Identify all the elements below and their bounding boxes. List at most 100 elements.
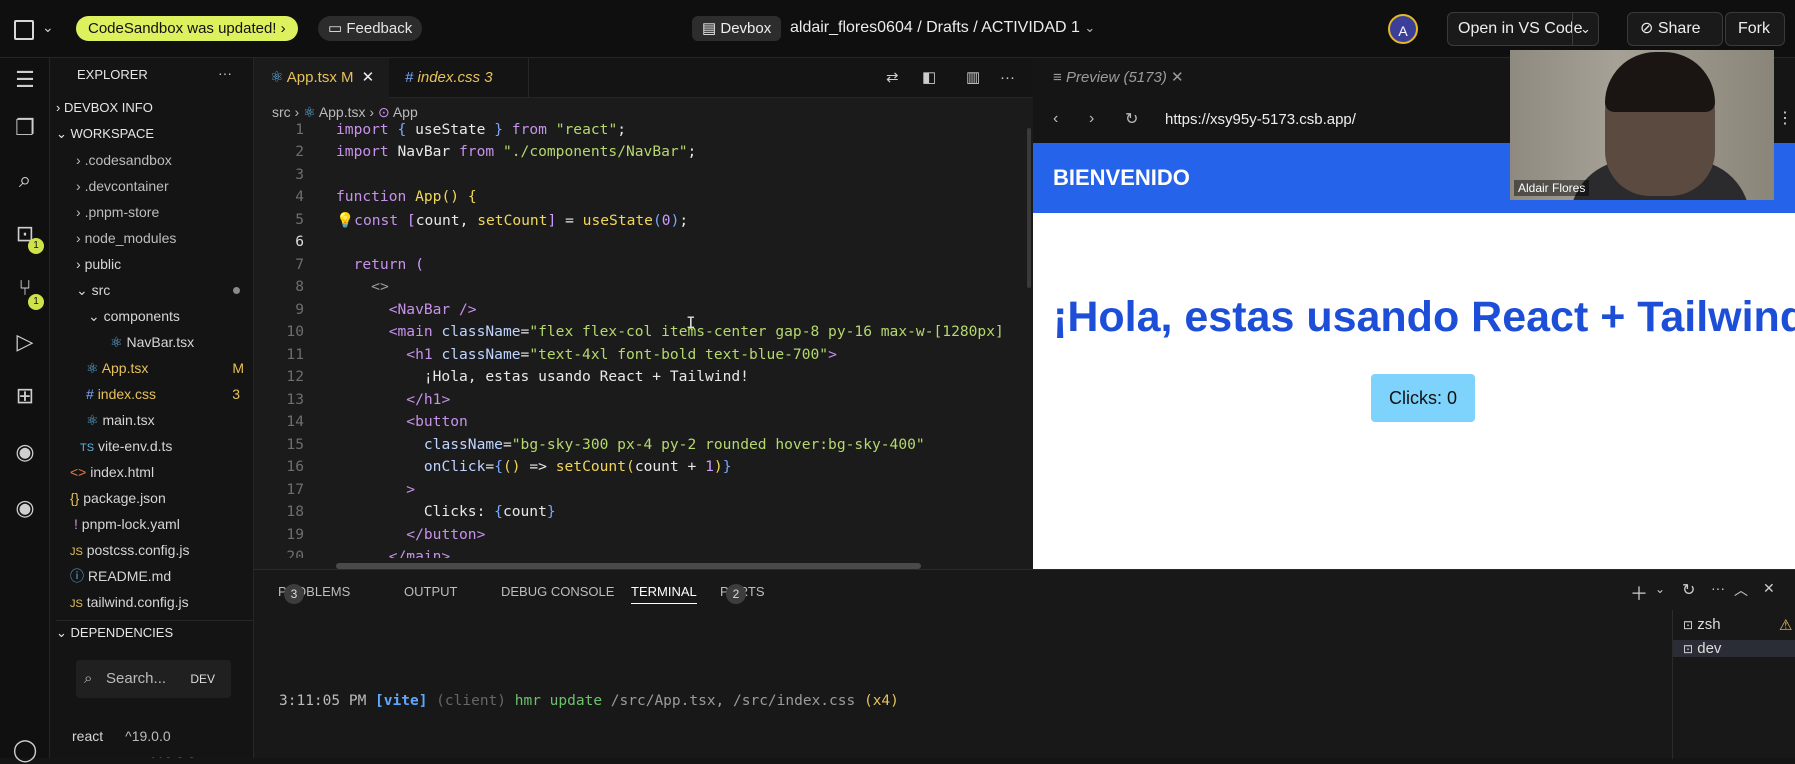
dependency-row-partial: ^19.0.0 bbox=[150, 750, 196, 758]
chevron-right-icon: › bbox=[280, 20, 286, 37]
tab-debug-console[interactable]: DEBUG CONSOLE bbox=[501, 584, 614, 599]
line-number: 18 bbox=[286, 503, 304, 520]
new-terminal-icon[interactable]: ＋ bbox=[1630, 580, 1648, 606]
tree-item-label: .codesandbox bbox=[84, 152, 172, 168]
menu-square-icon[interactable] bbox=[14, 20, 34, 40]
tree-item[interactable]: ⚛ main.tsx bbox=[86, 408, 155, 432]
section-dependencies[interactable]: ⌄ DEPENDENCIES bbox=[56, 620, 254, 644]
camera-overlay: Aldair Flores bbox=[1510, 50, 1774, 200]
open-in-vscode-button[interactable]: Open in VS Code ⌄ bbox=[1447, 12, 1599, 46]
section-workspace[interactable]: ⌄ WORKSPACE bbox=[56, 122, 154, 146]
line-number: 8 bbox=[295, 278, 304, 295]
tree-item[interactable]: ⓘ README.md bbox=[70, 564, 171, 588]
run-debug-icon[interactable]: ▷ bbox=[11, 328, 39, 356]
fork-button[interactable]: Fork bbox=[1725, 12, 1785, 46]
tree-item[interactable]: JS tailwind.config.js bbox=[70, 590, 189, 614]
tree-item[interactable]: # index.css 3 bbox=[86, 382, 254, 406]
more-actions-icon[interactable]: ⋮ bbox=[1777, 108, 1793, 128]
terminal-output[interactable]: 3:11:05 PM [vite] (client) hmr update /s… bbox=[279, 693, 899, 709]
terminal-item-dev[interactable]: ⊡ dev bbox=[1673, 640, 1795, 657]
terminal-time: 3:11:05 PM bbox=[279, 693, 367, 709]
tree-item[interactable]: <> index.html bbox=[70, 460, 154, 484]
react-icon: ⚛ bbox=[86, 360, 99, 376]
tree-item[interactable]: TS vite-env.d.ts bbox=[80, 434, 172, 458]
clicks-button[interactable]: Clicks: 0 bbox=[1371, 374, 1475, 422]
dependency-row[interactable]: react ^19.0.0 bbox=[72, 724, 171, 748]
close-icon[interactable]: ✕ bbox=[1171, 69, 1184, 86]
close-icon[interactable]: ✕ bbox=[1763, 580, 1775, 597]
breadcrumb-item[interactable]: App bbox=[393, 104, 418, 120]
breadcrumb-item[interactable]: src bbox=[272, 104, 291, 120]
chevron-down-icon[interactable]: ⌄ bbox=[42, 19, 54, 36]
open-changes-icon[interactable]: ⇄ bbox=[886, 58, 899, 98]
update-notice-pill[interactable]: CodeSandbox was updated! › bbox=[76, 16, 298, 41]
tree-item[interactable]: ⚛ NavBar.tsx bbox=[110, 330, 194, 354]
avatar[interactable]: A bbox=[1388, 14, 1418, 44]
symbol-icon: ⊙ bbox=[377, 104, 390, 120]
terminal-item-label: zsh bbox=[1697, 616, 1721, 633]
tree-item[interactable]: ⌄ components bbox=[88, 304, 180, 328]
dev-tag[interactable]: DEV bbox=[190, 660, 215, 698]
more-actions-icon[interactable]: ··· bbox=[1000, 58, 1015, 98]
github-icon[interactable]: ◉ bbox=[11, 438, 39, 466]
github-alt-icon[interactable]: ◉ bbox=[11, 494, 39, 522]
tree-item[interactable]: › .devcontainer bbox=[76, 174, 169, 198]
vertical-scrollbar[interactable] bbox=[1027, 128, 1031, 288]
code-line: import NavBar from "./components/NavBar"… bbox=[336, 143, 697, 160]
line-number: 16 bbox=[286, 458, 304, 475]
tab-app-tsx[interactable]: ⚛ App.tsx M ✕ bbox=[254, 58, 389, 98]
code-line: import { useState } from "react"; bbox=[336, 121, 627, 138]
ports-count: 2 bbox=[726, 584, 746, 604]
tab-preview[interactable]: ≡ Preview (5173) ✕ bbox=[1053, 58, 1184, 98]
hamburger-icon[interactable]: ☰ bbox=[11, 66, 39, 94]
search-icon[interactable]: ⌕ bbox=[11, 166, 39, 194]
chevron-down-icon[interactable]: ⌄ bbox=[1655, 582, 1665, 596]
tree-item[interactable]: › node_modules bbox=[76, 226, 176, 250]
close-icon[interactable]: ✕ bbox=[362, 69, 375, 86]
refresh-icon[interactable]: ↻ bbox=[1682, 580, 1695, 600]
split-editor-icon[interactable]: ▥ bbox=[966, 58, 980, 98]
extensions-icon[interactable]: ⊞ bbox=[11, 382, 39, 410]
devbox-badge[interactable]: ▤ Devbox bbox=[692, 16, 782, 41]
share-button[interactable]: ⊘ Share bbox=[1627, 12, 1723, 46]
chevron-down-icon[interactable]: ⌄ bbox=[1572, 13, 1598, 45]
toggle-panel-icon[interactable]: ◧ bbox=[922, 58, 936, 98]
tab-index-css[interactable]: # index.css 3 bbox=[389, 58, 529, 98]
tree-item[interactable]: › .pnpm-store bbox=[76, 200, 159, 224]
more-actions-icon[interactable]: ··· bbox=[218, 61, 232, 85]
terminal-scrollbar[interactable] bbox=[1662, 620, 1668, 750]
tree-item[interactable]: {} package.json bbox=[70, 486, 166, 510]
tree-item[interactable]: ⌄ src bbox=[76, 278, 254, 302]
breadcrumb-item[interactable]: App.tsx bbox=[319, 104, 366, 120]
section-devbox-info[interactable]: › DEVBOX INFO bbox=[56, 96, 153, 120]
back-icon[interactable]: ‹ bbox=[1053, 110, 1058, 128]
tree-item-label: index.css bbox=[97, 386, 157, 402]
section-devbox-info-label: DEVBOX INFO bbox=[63, 100, 153, 115]
url-input[interactable]: https://xsy95y-5173.csb.app/ bbox=[1165, 111, 1356, 128]
tab-output[interactable]: OUTPUT bbox=[404, 584, 457, 599]
forward-icon[interactable]: › bbox=[1089, 110, 1094, 128]
tab-terminal[interactable]: TERMINAL bbox=[631, 584, 697, 604]
hash-icon: # bbox=[405, 69, 414, 86]
tree-item[interactable]: › .codesandbox bbox=[76, 148, 172, 172]
code-area[interactable]: 1 2 3 4 5 6 7 8 9 10 11 12 13 14 15 16 1… bbox=[254, 121, 1033, 558]
info-icon: ⓘ bbox=[70, 568, 84, 584]
chevron-down-icon: ⌄ bbox=[1084, 20, 1096, 35]
chevron-down-icon: ⌄ bbox=[56, 126, 67, 141]
project-breadcrumb-label: aldair_flores0604 / Drafts / ACTIVIDAD 1 bbox=[790, 19, 1080, 36]
share-label: Share bbox=[1657, 20, 1701, 37]
refresh-icon[interactable]: ↻ bbox=[1125, 109, 1138, 129]
project-breadcrumb[interactable]: aldair_flores0604 / Drafts / ACTIVIDAD 1… bbox=[790, 19, 1095, 37]
maximize-panel-icon[interactable]: ︿ bbox=[1734, 580, 1748, 600]
terminal-item-zsh[interactable]: ⊡ zsh ⚠ bbox=[1683, 616, 1792, 634]
tree-item[interactable]: › public bbox=[76, 252, 121, 276]
files-icon[interactable]: ❐ bbox=[11, 114, 39, 142]
more-actions-icon[interactable]: ··· bbox=[1711, 580, 1725, 596]
account-icon[interactable]: ◯ bbox=[11, 736, 39, 764]
feedback-button[interactable]: ▭ Feedback bbox=[318, 16, 423, 41]
dependency-search-input[interactable]: ⌕ Search... DEV bbox=[76, 660, 231, 698]
tree-item[interactable]: ⚛ App.tsx M bbox=[86, 356, 254, 380]
tree-item[interactable]: ! pnpm-lock.yaml bbox=[74, 512, 180, 536]
tree-item[interactable]: JS postcss.config.js bbox=[70, 538, 189, 562]
terminal-count: (x4) bbox=[863, 693, 899, 709]
